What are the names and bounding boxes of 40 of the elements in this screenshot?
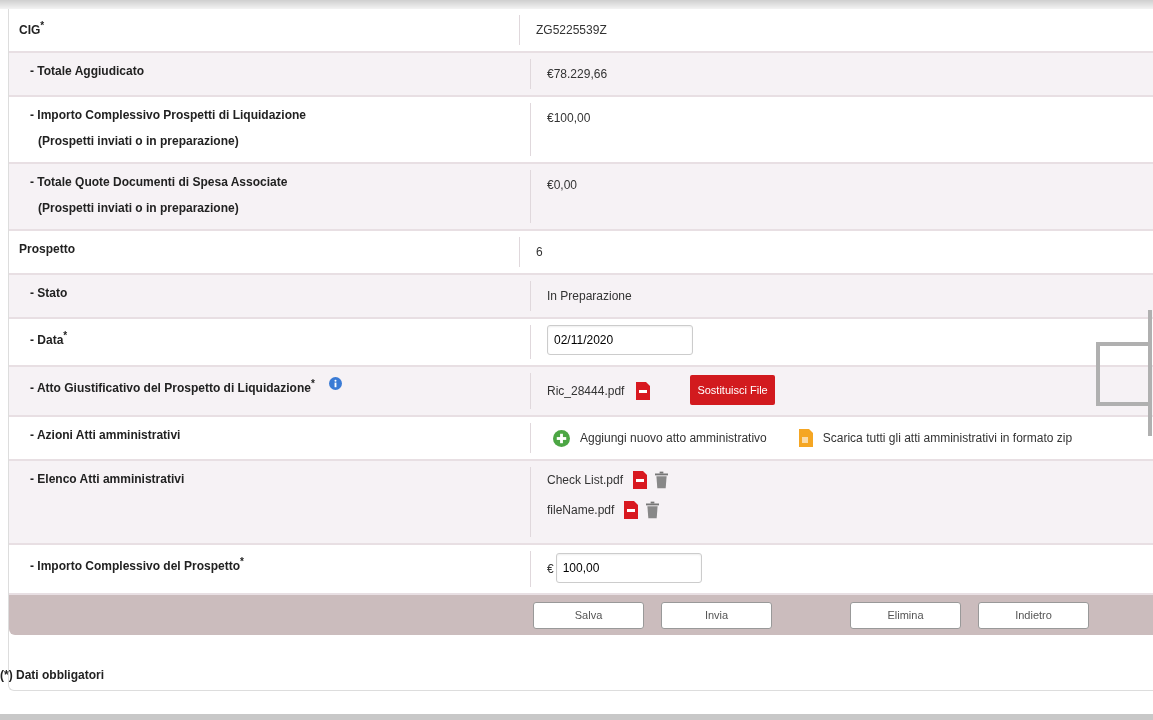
field-label: - Importo Complessivo del Prospetto$^{*}$ [30, 556, 244, 573]
field-label: Prospetto [19, 242, 75, 256]
field-label: - Importo Complessivo Prospetti di Liquidazione [30, 108, 307, 122]
currency-symbol: € [547, 562, 554, 576]
replace-file-button[interactable]: Sostituisci File [690, 375, 775, 405]
pdf-icon[interactable] [636, 382, 651, 400]
add-icon[interactable] [553, 429, 570, 447]
field-value: €0,00 [547, 178, 578, 192]
action-button[interactable]: Elimina [850, 601, 961, 629]
field-note: (Prospetti inviati o in preparazione) [37, 201, 240, 215]
file-name: Check List.pdf [547, 473, 624, 487]
field-label: CIG$^{*}$ [19, 20, 45, 37]
trash-icon[interactable] [655, 471, 669, 489]
field-label: - Azioni Atti amministrativi [30, 428, 181, 442]
field-label: - Data$^{*}$ [30, 330, 68, 347]
download-zip-link[interactable]: Scarica tutti gli atti amministrativi in formato zip [822, 431, 1073, 445]
pdf-icon[interactable] [624, 501, 639, 519]
field-label: - Stato [30, 286, 68, 300]
date-field[interactable]: 02/11/2020 [547, 325, 693, 355]
field-label: - Totale Aggiudicato [30, 64, 144, 78]
footnote: (*) Dati obbligatori [0, 668, 104, 682]
field-label: - Elenco Atti amministrativi [30, 472, 185, 486]
field-note: (Prospetti inviati o in preparazione) [37, 134, 240, 148]
trash-icon[interactable] [646, 501, 660, 519]
file-name: Ric_28444.pdf [547, 384, 625, 398]
field-value: €100,00 [547, 111, 591, 125]
action-button[interactable]: Invia [661, 601, 772, 629]
field-value: €78.229,66 [547, 67, 608, 81]
field-label: - Atto Giustificativo del Prospetto di Liquidazione$^{*}$ [30, 378, 315, 395]
field-value: ZG5225539Z [536, 23, 607, 37]
amount-field[interactable]: 100,00 [555, 553, 702, 583]
field-value: In Preparazione [547, 289, 632, 303]
field-value: 6 [536, 245, 543, 259]
file-name: fileName.pdf [547, 503, 615, 517]
action-button[interactable]: Indietro [978, 601, 1089, 629]
action-button[interactable]: Salva [533, 601, 644, 629]
add-act-link[interactable]: Aggiungi nuovo atto amministrativo [580, 431, 767, 445]
info-icon[interactable] [328, 377, 342, 390]
pdf-icon[interactable] [633, 471, 648, 489]
field-label: - Totale Quote Documenti di Spesa Associate [30, 175, 288, 189]
